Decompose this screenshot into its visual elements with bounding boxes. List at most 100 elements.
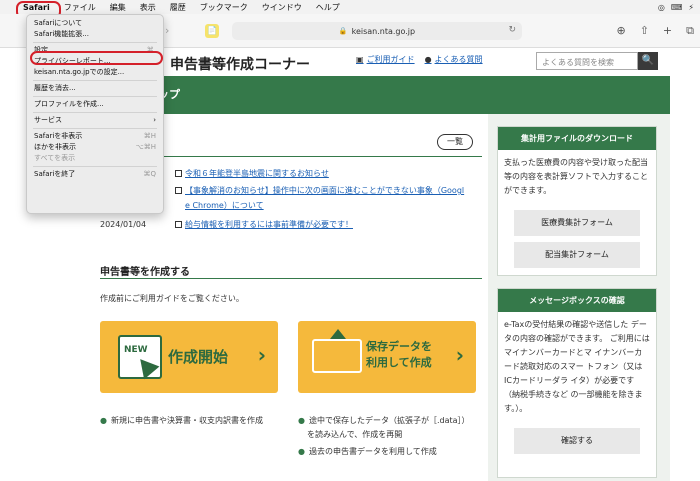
- guide-link[interactable]: ▣ ご利用ガイド: [356, 54, 415, 65]
- menu-item-quit[interactable]: Safariを終了 ⌘Q: [27, 169, 163, 180]
- menu-shortcut: ⌥⌘H: [135, 143, 156, 151]
- menu-item-site-settings[interactable]: keisan.nta.go.jpでの設定...: [27, 67, 163, 78]
- status-icon[interactable]: ◎: [658, 3, 665, 12]
- menu-item-hide-others[interactable]: ほかを非表示 ⌥⌘H: [27, 142, 163, 153]
- menu-item-label: ほかを非表示: [34, 143, 76, 151]
- bullet-text: 新規に申告書や決算書・収支内訳書を作成: [110, 416, 263, 425]
- menu-bar: Safari ファイル 編集 表示 履歴 ブックマーク ウインドウ ヘルプ ◎ …: [0, 0, 700, 19]
- menu-edit[interactable]: 編集: [103, 2, 133, 13]
- document-icon: [175, 170, 182, 177]
- url-text: keisan.nta.go.jp: [351, 26, 416, 36]
- download-panel: 集計用ファイルのダウンロード 支払った医療費の内容や受け取った配当等の内容を表計…: [497, 126, 657, 276]
- confirm-button[interactable]: 確認する: [514, 428, 640, 454]
- menu-history[interactable]: 履歴: [163, 2, 193, 13]
- create-description: 作成前にご利用ガイドをご覧ください。: [100, 294, 244, 303]
- submenu-chevron-icon: ›: [153, 116, 156, 124]
- book-icon: ▣: [356, 55, 364, 64]
- download-panel-text: 支払った医療費の内容や受け取った配当等の内容を表計算ソフトで入力することができま…: [504, 158, 648, 195]
- news-item: 2024/01/04 給与情報を利用するには事前準備が必要です！: [100, 219, 353, 230]
- folder-upload-icon: [312, 329, 362, 373]
- menu-separator: [33, 42, 157, 43]
- medical-form-button[interactable]: 医療費集計フォーム: [514, 210, 640, 236]
- cursor-arrow-icon: [132, 352, 160, 380]
- safari-menu-dropdown: Safariについて Safari機能拡張... 設定... ⌘, プライバシーレ…: [26, 14, 164, 214]
- resume-bullet: ● 途中で保存したデータ（拡張子が［.data］）: [298, 414, 470, 427]
- start-create-button[interactable]: NEW 作成開始 ›: [100, 321, 278, 393]
- bullet-text: 過去の申告書データを利用して作成: [308, 447, 437, 456]
- menu-file[interactable]: ファイル: [57, 2, 103, 13]
- resume-saved-data-button[interactable]: 保存データを 利用して作成 ›: [298, 321, 476, 393]
- reload-icon[interactable]: ↻: [508, 25, 516, 35]
- upload-arrow-icon: [330, 329, 346, 339]
- new-badge: NEW: [124, 345, 148, 355]
- menu-separator: [33, 128, 157, 129]
- resume-label-line1: 保存データを: [366, 340, 432, 353]
- menu-item-hide-safari[interactable]: Safariを非表示 ⌘H: [27, 131, 163, 142]
- menu-bookmarks[interactable]: ブックマーク: [193, 2, 255, 13]
- search-button[interactable]: 🔍: [638, 52, 658, 70]
- create-divider: [100, 278, 482, 279]
- message-panel-text: e-Taxの受付結果の確認や送信した データの内容の確認ができます。 ご利用には…: [504, 320, 650, 413]
- menu-item-create-profile[interactable]: プロファイルを作成...: [27, 99, 163, 110]
- lock-icon: 🔒: [338, 27, 348, 35]
- document-icon: [175, 187, 182, 194]
- battery-icon[interactable]: ⚡: [688, 3, 694, 12]
- menu-item-label: 履歴を消去...: [34, 84, 76, 92]
- download-icon[interactable]: ⊕: [616, 24, 625, 38]
- menu-shortcut: ⌘Q: [143, 170, 156, 178]
- menu-item-label: サービス: [34, 116, 62, 124]
- header-links: ▣ ご利用ガイド ● よくある質問: [356, 54, 483, 65]
- start-bullet: ● 新規に申告書や決算書・収支内訳書を作成: [100, 414, 263, 427]
- menu-help[interactable]: ヘルプ: [309, 2, 347, 13]
- document-icon: [175, 221, 182, 228]
- dividend-form-button[interactable]: 配当集計フォーム: [514, 242, 640, 268]
- status-icons: ◎ ⌨ ⚡: [658, 3, 700, 12]
- menu-item-label: プロファイルを作成...: [34, 100, 104, 108]
- settings-highlight-ring: [30, 51, 163, 65]
- menu-safari[interactable]: Safari: [16, 0, 61, 19]
- message-panel: メッセージボックスの確認 e-Taxの受付結果の確認や送信した データの内容の確…: [497, 288, 657, 478]
- news-list-button[interactable]: 一覧: [437, 134, 473, 150]
- new-card-icon: NEW: [118, 335, 162, 380]
- menu-item-label: keisan.nta.go.jpでの設定...: [34, 68, 125, 76]
- menu-view[interactable]: 表示: [133, 2, 163, 13]
- menu-separator: [33, 96, 157, 97]
- question-icon: ●: [424, 55, 432, 64]
- address-bar[interactable]: 🔒 keisan.nta.go.jp ↻: [232, 22, 522, 40]
- menu-item-label: すべてを表示: [34, 154, 76, 162]
- bullet-dot: ●: [100, 416, 107, 425]
- keyboard-icon[interactable]: ⌨: [671, 3, 683, 12]
- resume-bullet-continued: を読み込んで、作成を再開: [307, 430, 403, 439]
- menu-item-label: Safariを終了: [34, 170, 76, 178]
- faq-search-input[interactable]: よくある質問を検索: [536, 52, 638, 70]
- menu-item-services[interactable]: サービス ›: [27, 115, 163, 126]
- news-link[interactable]: 令和６年能登半島地震に関するお知らせ: [185, 169, 329, 178]
- news-link[interactable]: 給与情報を利用するには事前準備が必要です！: [185, 220, 353, 229]
- resume-bullet: ● 過去の申告書データを利用して作成: [298, 445, 437, 458]
- menu-window[interactable]: ウインドウ: [255, 2, 309, 13]
- menu-separator: [33, 80, 157, 81]
- menu-item-clear-history[interactable]: 履歴を消去...: [27, 83, 163, 94]
- toolbar-actions: ⊕ ⇧ + ⧉: [616, 24, 694, 38]
- menu-item-label: Safariを非表示: [34, 132, 83, 140]
- menu-separator: [33, 112, 157, 113]
- resume-label-line2: 利用して作成: [366, 356, 432, 369]
- new-tab-icon[interactable]: +: [663, 24, 672, 38]
- menu-item-extensions[interactable]: Safari機能拡張...: [27, 29, 163, 40]
- news-link[interactable]: 【事象解消のお知らせ】操作中に次の画面に進むことができない事象（Googl: [185, 186, 464, 195]
- tab-overview-icon[interactable]: ⧉: [686, 24, 694, 38]
- favicon-icon: 📄: [205, 24, 219, 38]
- chevron-right-icon: ›: [257, 343, 266, 367]
- menu-item-show-all: すべてを表示: [27, 153, 163, 164]
- share-icon[interactable]: ⇧: [640, 24, 649, 38]
- faq-link[interactable]: ● よくある質問: [425, 54, 483, 65]
- forward-icon[interactable]: ›: [165, 24, 169, 37]
- download-panel-title: 集計用ファイルのダウンロード: [498, 127, 656, 150]
- message-panel-title: メッセージボックスの確認: [498, 289, 656, 312]
- menu-item-about[interactable]: Safariについて: [27, 18, 163, 29]
- menu-item-label: Safariについて: [34, 19, 83, 27]
- faq-link-label: よくある質問: [434, 55, 483, 64]
- news-link-continued[interactable]: e Chrome）について: [185, 201, 264, 210]
- news-date: 2024/01/04: [100, 220, 147, 229]
- create-section-title: 申告書等を作成する: [100, 267, 190, 278]
